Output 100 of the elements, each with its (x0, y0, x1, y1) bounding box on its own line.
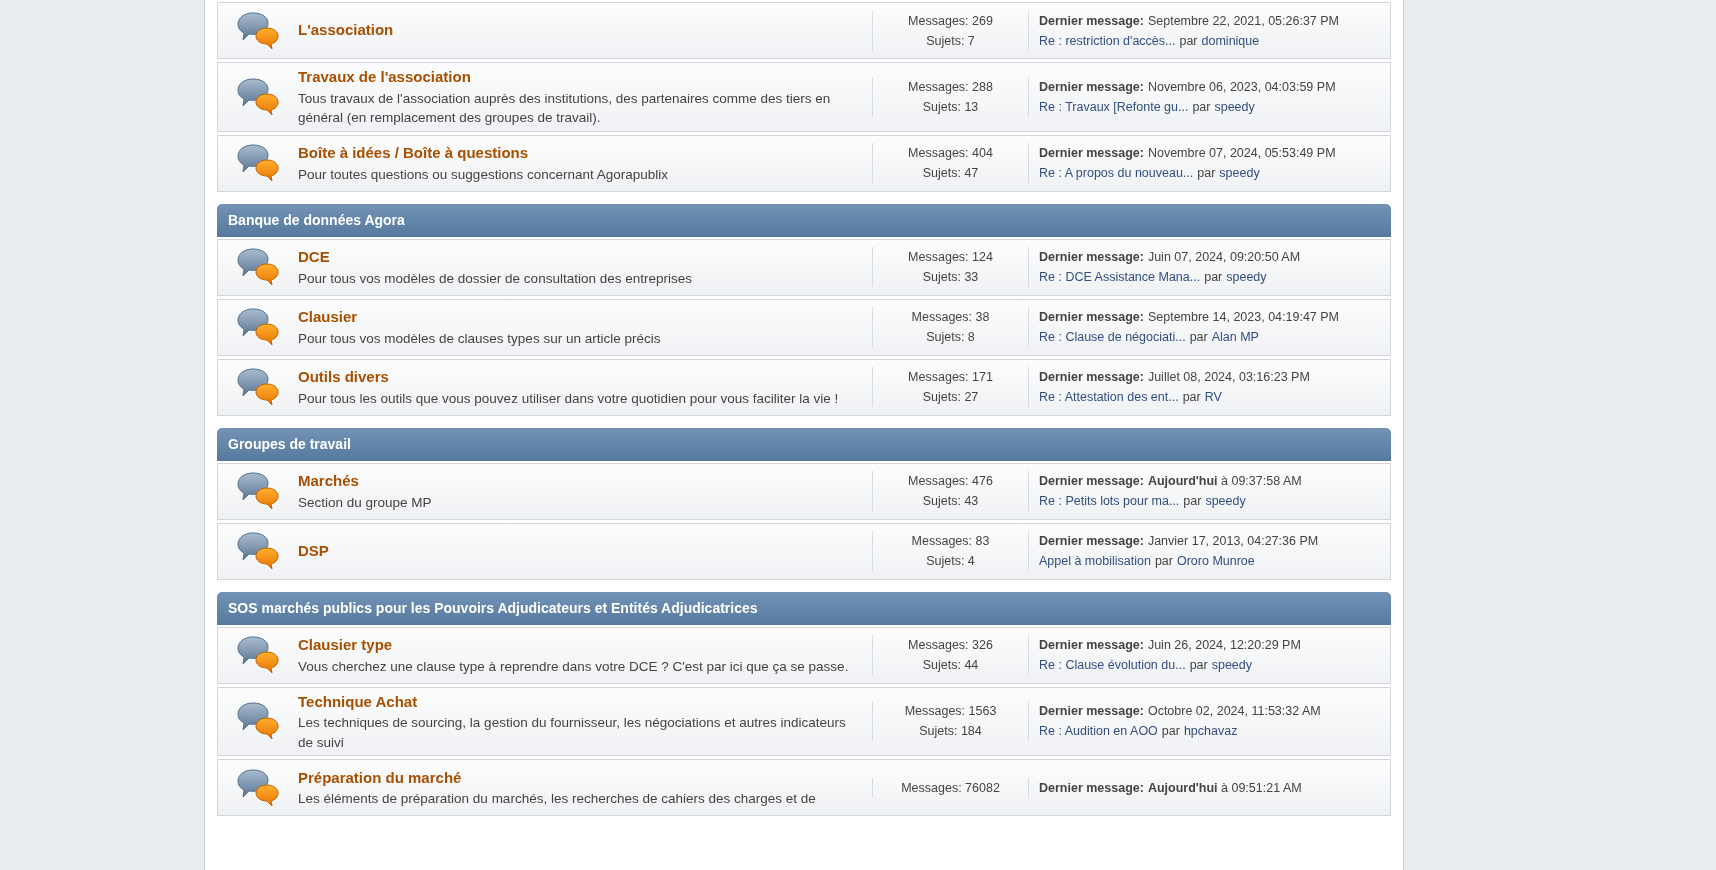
forum-title-link[interactable]: Technique Achat (298, 692, 418, 710)
topic-count: Sujets: 184 (918, 723, 983, 741)
message-count: Messages: 404 (907, 145, 994, 163)
by-label: par (1189, 657, 1208, 675)
forum-title-link[interactable]: Clausier (298, 308, 358, 326)
forum-title-link[interactable]: DSP (298, 541, 329, 559)
last-post-date: Juillet 08, 2024, 03:16:23 PM (1147, 369, 1310, 387)
category-header: SOS marchés publics pour les Pouvoirs Adjudicateurs et Entités Adjudicatrices (217, 591, 1391, 625)
forum-title-link[interactable]: Travaux de l'association (298, 68, 471, 85)
speech-bubbles-icon (236, 367, 280, 408)
message-count: Messages: 1563 (903, 703, 998, 721)
forum-title-link[interactable]: Clausier type (298, 636, 393, 654)
forum-description: Pour tous vos modèles de clauses types sur un article précis (298, 329, 662, 348)
forum-title-link[interactable]: Préparation du marché (298, 768, 462, 786)
topic-link[interactable]: Re : Clause évolution du... (1039, 655, 1186, 676)
last-post-label: Dernier message: (1039, 145, 1144, 163)
last-post-label: Dernier message: (1039, 637, 1144, 655)
author-link[interactable]: speedy (1205, 491, 1246, 512)
speech-bubbles-icon (236, 767, 280, 808)
topic-count: Sujets: 44 (921, 657, 980, 675)
forum-title-link[interactable]: Marchés (298, 472, 359, 490)
by-label: par (1179, 32, 1198, 50)
by-label: par (1183, 493, 1202, 511)
topic-link[interactable]: Appel à mobilisation (1039, 551, 1151, 572)
last-post-date: Aujourd'hui à 09:51:21 AM (1147, 779, 1302, 797)
message-count: Messages: 288 (907, 78, 994, 96)
forum-description: Pour toutes questions ou suggestions concernant Agorapublix (298, 165, 669, 184)
message-count: Messages: 476 (907, 473, 994, 491)
topic-count: Sujets: 43 (921, 493, 980, 511)
speech-bubbles-icon (236, 247, 280, 288)
speech-bubbles-icon (236, 531, 280, 572)
author-link[interactable]: dominique (1201, 30, 1260, 51)
author-link[interactable]: speedy (1211, 655, 1252, 676)
last-post-date: Janvier 17, 2013, 04:27:36 PM (1147, 533, 1319, 551)
forum-title-link[interactable]: Boîte à idées / Boîte à questions (298, 144, 529, 162)
forum-description: Vous cherchez une clause type à reprendre dans votre DCE ? C'est par ici que ça se passe. (298, 657, 850, 676)
topic-link[interactable]: Re : Clause de négociati... (1039, 327, 1186, 348)
topic-link[interactable]: Re : DCE Assistance Mana... (1039, 267, 1201, 288)
speech-bubbles-icon (236, 76, 280, 117)
message-count: Messages: 269 (907, 12, 994, 30)
topic-link[interactable]: Re : Travaux [Refonte gu... (1039, 96, 1189, 117)
category-header: Banque de données Agora (217, 203, 1391, 237)
by-label: par (1204, 269, 1223, 287)
by-label: par (1192, 98, 1211, 116)
topic-link[interactable]: Re : Petits lots pour ma... (1039, 491, 1180, 512)
author-link[interactable]: hpchavaz (1183, 721, 1238, 742)
by-label: par (1161, 723, 1180, 741)
category-header: Groupes de travail (217, 427, 1391, 461)
by-label: par (1154, 553, 1173, 571)
speech-bubbles-icon (236, 307, 280, 348)
message-count: Messages: 38 (910, 309, 991, 327)
topic-link[interactable]: Re : A propos du nouveau... (1039, 163, 1194, 184)
last-post-date: Aujourd'hui à 09:37:58 AM (1147, 473, 1302, 491)
forum-description: Pour tous vos modèles de dossier de consultation des entreprises (298, 269, 693, 288)
topic-link[interactable]: Re : Audition en AOO (1039, 721, 1158, 742)
last-post-label: Dernier message: (1039, 473, 1144, 491)
last-post-label: Dernier message: (1039, 12, 1144, 30)
author-link[interactable]: speedy (1226, 267, 1267, 288)
forum-description: Les techniques de sourcing, la gestion du fournisseur, les négociations et autres indicateurs de suivi (298, 714, 847, 752)
message-count: Messages: 124 (907, 249, 994, 267)
topic-link[interactable]: Re : Attestation des ent... (1039, 387, 1179, 408)
last-post-label: Dernier message: (1039, 369, 1144, 387)
forum-description: Pour tous les outils que vous pouvez utiliser dans votre quotidien pour vous faciliter la vie ! (298, 389, 840, 408)
topic-count: Sujets: 13 (921, 98, 980, 116)
topic-count: Sujets: 7 (925, 32, 976, 50)
message-count: Messages: 83 (910, 533, 991, 551)
topic-count: Sujets: 33 (921, 269, 980, 287)
last-post-label: Dernier message: (1039, 533, 1144, 551)
by-label: par (1197, 165, 1216, 183)
message-count: Messages: 171 (907, 369, 994, 387)
topic-count: Sujets: 27 (921, 389, 980, 407)
by-label: par (1189, 329, 1208, 347)
forum-title-link[interactable]: DCE (298, 248, 330, 266)
last-post-date: Septembre 22, 2021, 05:26:37 PM (1147, 12, 1340, 30)
forum-description: Les éléments de préparation du marchés, les recherches de cahiers des charges et de (298, 790, 817, 809)
speech-bubbles-icon (236, 635, 280, 676)
last-post-label: Dernier message: (1039, 779, 1144, 797)
author-link[interactable]: speedy (1219, 163, 1260, 184)
last-post-date: Juin 07, 2024, 09:20:50 AM (1147, 249, 1301, 267)
last-post-date: Juin 26, 2024, 12:20:29 PM (1147, 637, 1301, 655)
last-post-date: Octobre 02, 2024, 11:53:32 AM (1147, 703, 1321, 721)
last-post-label: Dernier message: (1039, 309, 1144, 327)
last-post-date: Septembre 14, 2023, 04:19:47 PM (1147, 309, 1340, 327)
forum-title-link[interactable]: Outils divers (298, 368, 389, 386)
topic-count: Sujets: 8 (925, 329, 976, 347)
speech-bubbles-icon (236, 143, 280, 184)
message-count: Messages: 326 (907, 637, 994, 655)
author-link[interactable]: Ororo Munroe (1176, 551, 1255, 572)
by-label: par (1182, 389, 1201, 407)
author-link[interactable]: Alan MP (1211, 327, 1259, 348)
forum-description: Tous travaux de l'association auprès des institutions, des partenaires comme des tiers en général (en remplacement des groupes de travail). (298, 89, 832, 128)
last-post-label: Dernier message: (1039, 703, 1144, 721)
topic-count: Sujets: 4 (925, 553, 976, 571)
author-link[interactable]: RV (1204, 387, 1222, 408)
topic-count: Sujets: 47 (921, 165, 980, 183)
forum-title-link[interactable]: L'association (298, 21, 394, 39)
last-post-label: Dernier message: (1039, 78, 1144, 96)
forum-description: Section du groupe MP (298, 493, 433, 512)
author-link[interactable]: speedy (1214, 96, 1255, 117)
topic-link[interactable]: Re : restriction d'accès... (1039, 30, 1176, 51)
